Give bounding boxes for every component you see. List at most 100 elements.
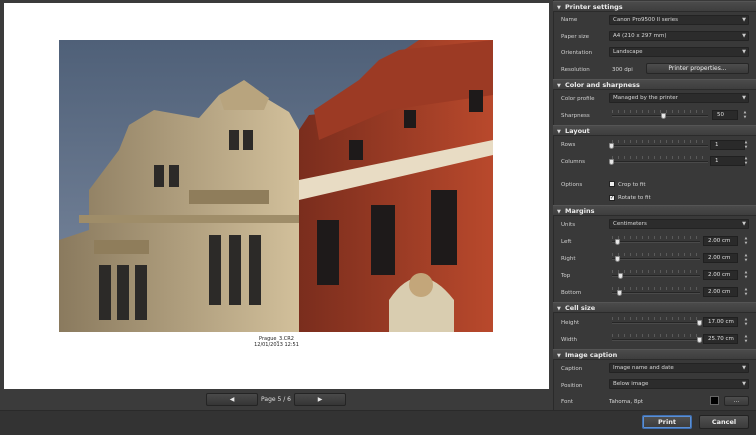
- section-image-caption[interactable]: ▼ Image caption: [553, 349, 756, 360]
- spin-down-icon: ▼: [744, 144, 748, 149]
- font-color-swatch[interactable]: [710, 396, 719, 405]
- cell-width-label: Width: [561, 337, 577, 343]
- orientation-label: Orientation: [561, 50, 593, 56]
- cell-height-label: Height: [561, 320, 580, 326]
- preview-bottom-bar: [0, 410, 553, 435]
- margin-bottom-slider-handle[interactable]: [617, 290, 622, 296]
- spin-down-icon: ▼: [744, 321, 748, 326]
- resolution-value: 300 dpi: [612, 67, 633, 73]
- section-printer-settings[interactable]: ▼ Printer settings: [553, 1, 756, 12]
- collapse-triangle-icon: ▼: [557, 209, 561, 215]
- cell-height-spinner[interactable]: ▲ ▼: [743, 317, 749, 327]
- columns-slider-ticks: [612, 156, 708, 159]
- color-profile-label: Color profile: [561, 96, 595, 102]
- margin-bottom-spinner[interactable]: ▲ ▼: [743, 287, 749, 297]
- next-page-button[interactable]: ▶: [294, 392, 346, 406]
- rotate-to-fit-label[interactable]: Rotate to fit: [618, 195, 651, 201]
- cell-width-slider[interactable]: [612, 339, 700, 341]
- printer-name-label: Name: [561, 17, 578, 23]
- margin-right-slider-handle[interactable]: [615, 256, 620, 262]
- checkmark-icon: ✓: [610, 195, 615, 201]
- print-preview-area: Prague_3.CR2 12/01/2013 12:51 ◀ Page 5 /…: [0, 0, 553, 435]
- collapse-triangle-icon: ▼: [557, 353, 561, 359]
- cell-width-slider-handle[interactable]: [697, 337, 702, 343]
- rows-input[interactable]: 1: [710, 140, 745, 150]
- sharpness-slider-ticks: [612, 110, 708, 113]
- sharpness-spinner[interactable]: ▲ ▼: [742, 110, 748, 120]
- columns-slider[interactable]: [612, 161, 708, 163]
- margin-bottom-input[interactable]: 2.00 cm: [703, 287, 738, 297]
- spin-down-icon: ▼: [744, 291, 748, 296]
- crop-to-fit-checkbox[interactable]: [609, 181, 615, 187]
- rotate-to-fit-checkbox[interactable]: ✓: [609, 195, 615, 201]
- spin-down-icon: ▼: [744, 160, 748, 165]
- cell-width-spinner[interactable]: ▲ ▼: [743, 334, 749, 344]
- orientation-value: Landscape: [613, 49, 643, 55]
- cell-height-slider-handle[interactable]: [697, 320, 702, 326]
- margin-left-slider[interactable]: [612, 241, 700, 243]
- section-title: Printer settings: [565, 3, 623, 11]
- collapse-triangle-icon: ▼: [557, 306, 561, 312]
- margin-top-spinner[interactable]: ▲ ▼: [743, 270, 749, 280]
- color-profile-select[interactable]: Managed by the printer ▼: [609, 93, 749, 103]
- spin-down-icon: ▼: [744, 274, 748, 279]
- rows-spinner[interactable]: ▲ ▼: [743, 140, 749, 150]
- units-select[interactable]: Centimeters ▼: [609, 219, 749, 229]
- printer-properties-button[interactable]: Printer properties...: [646, 63, 749, 74]
- sharpness-slider[interactable]: [612, 115, 708, 117]
- previous-page-button[interactable]: ◀: [206, 392, 258, 406]
- section-cell-size[interactable]: ▼ Cell size: [553, 302, 756, 313]
- margin-bottom-slider-ticks: [612, 287, 700, 290]
- section-color-sharpness[interactable]: ▼ Color and sharpness: [553, 79, 756, 90]
- margin-bottom-label: Bottom: [561, 290, 582, 296]
- spin-down-icon: ▼: [744, 338, 748, 343]
- margin-left-input[interactable]: 2.00 cm: [703, 236, 738, 246]
- margin-right-input[interactable]: 2.00 cm: [703, 253, 738, 263]
- cell-width-input[interactable]: 25.70 cm: [703, 334, 738, 344]
- columns-input[interactable]: 1: [710, 156, 745, 166]
- spin-down-icon: ▼: [744, 257, 748, 262]
- margin-top-input[interactable]: 2.00 cm: [703, 270, 738, 280]
- section-layout[interactable]: ▼ Layout: [553, 125, 756, 136]
- margin-top-slider[interactable]: [612, 275, 700, 277]
- page-navigator: ◀ Page 5 / 6 ▶: [206, 392, 346, 406]
- section-margins[interactable]: ▼ Margins: [553, 205, 756, 216]
- font-value: Tahoma, 8pt: [609, 399, 644, 405]
- margin-top-label: Top: [561, 273, 571, 279]
- chevron-down-icon: ▼: [742, 221, 746, 227]
- section-title: Image caption: [565, 351, 618, 359]
- columns-slider-handle[interactable]: [609, 159, 614, 165]
- rows-slider-handle[interactable]: [609, 143, 614, 149]
- cancel-button[interactable]: Cancel: [699, 415, 749, 429]
- caption-date: 12/01/2013 12:51: [254, 342, 299, 348]
- print-button[interactable]: Print: [642, 415, 692, 429]
- font-options-button[interactable]: ...: [724, 396, 749, 406]
- margin-left-slider-handle[interactable]: [615, 239, 620, 245]
- cell-height-input[interactable]: 17.00 cm: [703, 317, 738, 327]
- spin-down-icon: ▼: [743, 114, 747, 119]
- orientation-select[interactable]: Landscape ▼: [609, 47, 749, 57]
- crop-to-fit-label[interactable]: Crop to fit: [618, 182, 645, 188]
- spin-down-icon: ▼: [744, 240, 748, 245]
- rows-label: Rows: [561, 142, 576, 148]
- caption-select[interactable]: Image name and date ▼: [609, 363, 749, 373]
- chevron-down-icon: ▼: [742, 95, 746, 101]
- rows-slider[interactable]: [612, 145, 708, 147]
- margin-bottom-slider[interactable]: [612, 292, 700, 294]
- sharpness-input[interactable]: 50: [712, 110, 738, 120]
- sharpness-slider-handle[interactable]: [661, 113, 666, 119]
- margin-left-spinner[interactable]: ▲ ▼: [743, 236, 749, 246]
- margin-top-slider-ticks: [612, 270, 700, 273]
- chevron-down-icon: ▼: [742, 33, 746, 39]
- margin-top-slider-handle[interactable]: [618, 273, 623, 279]
- position-select[interactable]: Below image ▼: [609, 379, 749, 389]
- margin-right-slider[interactable]: [612, 258, 700, 260]
- section-title: Layout: [565, 127, 590, 135]
- columns-spinner[interactable]: ▲ ▼: [743, 156, 749, 166]
- printer-name-select[interactable]: Canon Pro9500 II series ▼: [609, 15, 749, 25]
- chevron-down-icon: ▼: [742, 49, 746, 55]
- margin-right-spinner[interactable]: ▲ ▼: [743, 253, 749, 263]
- paper-size-select[interactable]: A4 (210 x 297 mm) ▼: [609, 31, 749, 41]
- cell-height-slider[interactable]: [612, 322, 700, 324]
- photo-preview: [59, 40, 493, 332]
